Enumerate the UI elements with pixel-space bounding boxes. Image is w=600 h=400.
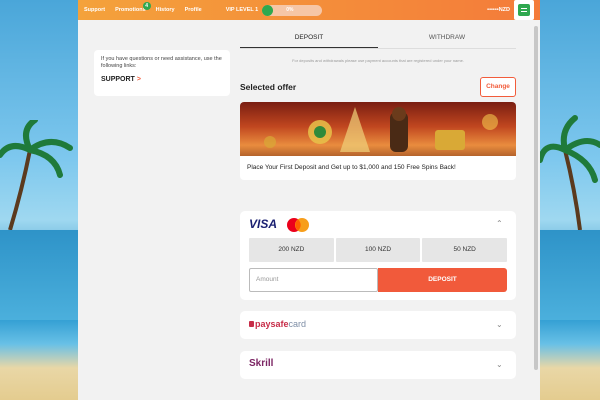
deposit-note: For deposits and withdrawals please use … (292, 58, 464, 63)
selected-offer-heading: Selected offer (240, 82, 297, 92)
offer-description: Place Your First Deposit and Get up to $… (247, 164, 456, 171)
paysafecard-logo: paysafecard (249, 319, 306, 329)
promotions-count-badge: 4 (142, 2, 151, 10)
skrill-payment-card[interactable]: Skrill ⌄ (240, 351, 516, 379)
scrollbar-thumb[interactable] (534, 26, 538, 370)
deposit-button[interactable]: DEPOSIT (378, 268, 507, 292)
amount-presets: 200 NZD 100 NZD 50 NZD (249, 238, 508, 262)
scrollbar[interactable] (532, 26, 540, 400)
vip-progress-dot (262, 4, 274, 16)
amount-preset-50[interactable]: 50 NZD (422, 238, 508, 262)
vip-progress-bar: 0% (262, 4, 323, 16)
amount-preset-100[interactable]: 100 NZD (335, 238, 421, 262)
vip-level-label: VIP LEVEL 1 (225, 7, 259, 13)
nav-support[interactable]: Support (84, 7, 105, 13)
amount-input[interactable]: Amount (249, 268, 378, 292)
support-link[interactable]: SUPPORT > (101, 76, 223, 83)
tabs-divider (240, 48, 516, 49)
vip-progress-text: 0% (286, 6, 294, 13)
visa-logo: VISA (249, 217, 278, 231)
nav-history[interactable]: History (156, 7, 175, 13)
paysafecard-logo-main: paysafe (255, 319, 289, 329)
nav-profile[interactable]: Profile (185, 7, 202, 13)
chevron-right-icon: > (136, 76, 141, 83)
tab-deposit[interactable]: DEPOSIT (240, 28, 378, 48)
support-link-label: SUPPORT (101, 76, 135, 83)
change-offer-button[interactable]: Change (480, 77, 516, 97)
support-card: If you have questions or need assistance… (94, 50, 230, 96)
palm-tree-right-icon (540, 115, 600, 230)
chevron-down-icon[interactable]: ⌄ (496, 360, 503, 369)
nav-promotions[interactable]: Promotions 4 (115, 2, 151, 13)
visa-payment-card: VISA ⌃ 200 NZD 100 NZD 50 NZD Amount DEP… (240, 211, 516, 300)
offer-banner-image (240, 102, 516, 156)
top-bar: Support Promotions 4 History Profile VIP… (78, 0, 540, 20)
paysafecard-payment-card[interactable]: paysafecard ⌄ (240, 311, 516, 339)
offer-banner-art (264, 107, 498, 152)
support-text: If you have questions or need assistance… (101, 56, 222, 69)
cashier-tabs: DEPOSIT WITHDRAW (240, 28, 516, 48)
wallet-menu-button[interactable] (514, 0, 534, 20)
lock-icon (249, 321, 254, 327)
skrill-logo: Skrill (249, 358, 274, 369)
amount-preset-200[interactable]: 200 NZD (249, 238, 334, 262)
palm-tree-left-icon (0, 120, 73, 230)
wallet-icon (518, 4, 530, 16)
offer-card[interactable]: Place Your First Deposit and Get up to $… (240, 102, 516, 180)
chevron-up-icon[interactable]: ⌃ (496, 219, 503, 228)
mastercard-logo-icon (287, 218, 309, 232)
balance-display[interactable]: ••••••NZD (487, 7, 510, 13)
nav-promotions-label: Promotions (115, 7, 146, 13)
chevron-down-icon[interactable]: ⌄ (496, 320, 503, 329)
tab-withdraw[interactable]: WITHDRAW (378, 28, 516, 48)
paysafecard-logo-light: card (288, 319, 307, 329)
